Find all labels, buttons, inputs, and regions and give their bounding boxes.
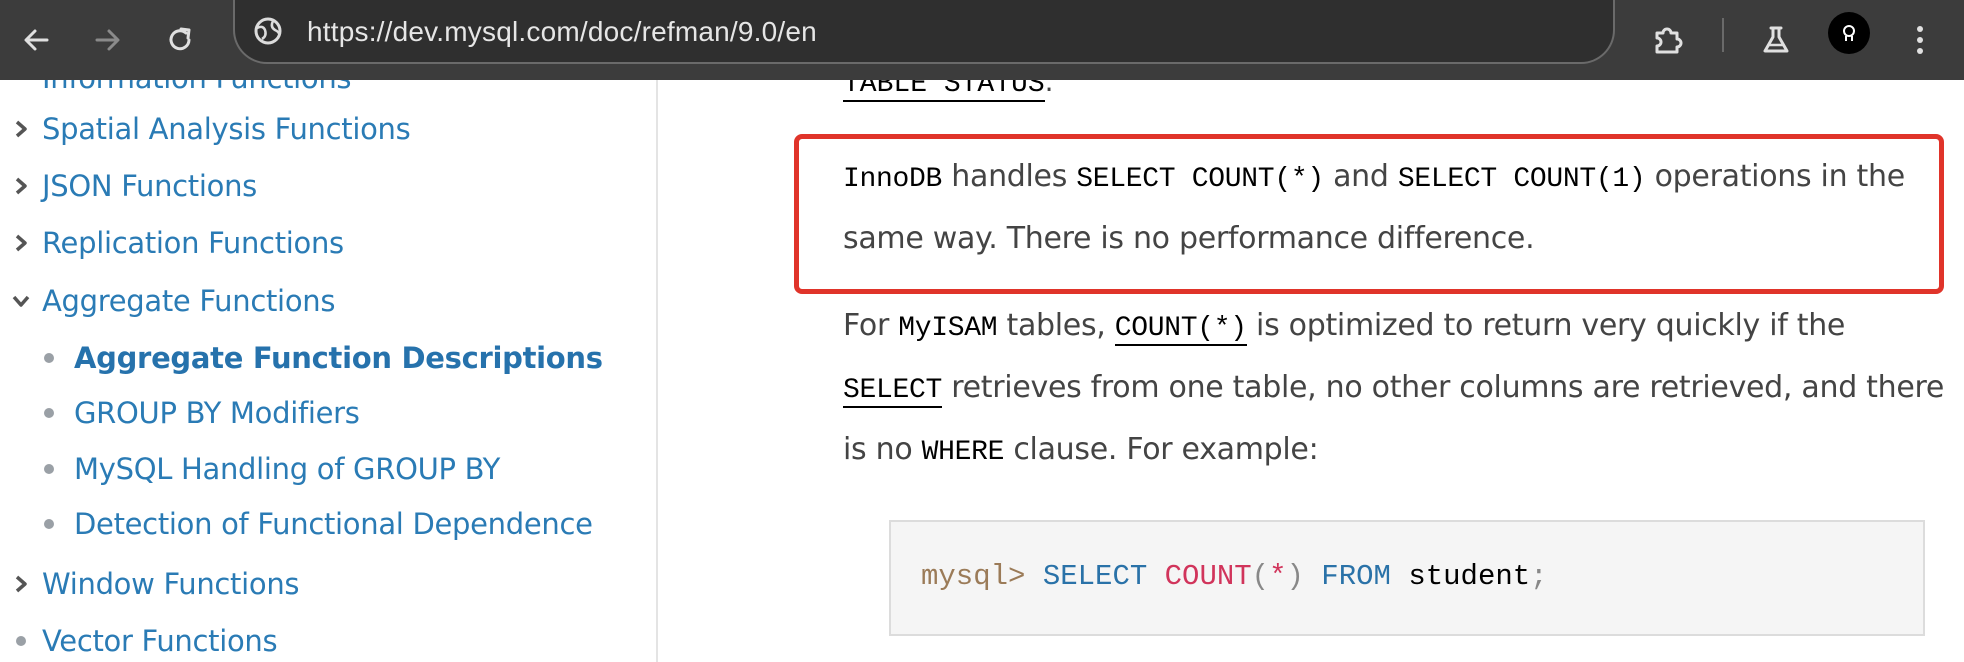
address-bar[interactable]: https://dev.mysql.com/doc/refman/9.0/en xyxy=(233,0,1615,64)
sidebar-subitem-detection-of-functional-dependence[interactable]: Detection of Functional Dependence xyxy=(44,504,593,544)
sidebar-subitem-mysql-handling-of-group-by[interactable]: MySQL Handling of GROUP BY xyxy=(44,449,500,489)
inline-code: InnoDB xyxy=(843,164,943,195)
doc-content: TABLE STATUS. InnoDB handles SELECT COUN… xyxy=(660,80,1964,662)
sidebar-item-label: Aggregate Functions xyxy=(42,284,336,318)
profile-icon xyxy=(1843,25,1855,41)
innodb-count-paragraph: InnoDB handles SELECT COUNT(*) and SELEC… xyxy=(843,147,1953,268)
chevron-right-icon[interactable] xyxy=(0,119,42,139)
puzzle-piece-icon xyxy=(1655,27,1683,54)
paragraph-text: handles xyxy=(942,159,1077,194)
sidebar-item-label: Window Functions xyxy=(42,567,300,601)
inline-code: SELECT COUNT(*) xyxy=(1076,164,1324,195)
inline-code: SELECT COUNT(1) xyxy=(1397,164,1646,195)
code-line: mysql> SELECT COUNT(*) FROM student; xyxy=(921,560,1548,593)
chevron-right-icon[interactable] xyxy=(0,176,42,196)
sidebar-item-json-functions[interactable]: JSON Functions xyxy=(0,166,257,206)
reload-icon xyxy=(169,27,191,51)
url-text[interactable]: https://dev.mysql.com/doc/refman/9.0/en xyxy=(307,16,817,48)
bullet-icon xyxy=(44,519,54,529)
paragraph-text: tables, xyxy=(997,308,1115,343)
inline-code: WHERE xyxy=(921,437,1005,468)
extensions-button[interactable] xyxy=(1640,12,1696,68)
site-info-icon[interactable] xyxy=(251,14,285,48)
sidebar-item-label: Detection of Functional Dependence xyxy=(74,507,593,541)
count-function-link[interactable]: COUNT(*) xyxy=(1114,313,1247,346)
code-punctuation: ( xyxy=(1251,560,1270,593)
sidebar-item-label: Information Functions xyxy=(42,80,352,95)
bullet-icon xyxy=(0,635,42,647)
forward-button[interactable] xyxy=(80,12,136,68)
code-punctuation: ; xyxy=(1530,560,1548,593)
sidebar-item-window-functions[interactable]: Window Functions xyxy=(0,564,300,604)
sidebar-item-aggregate-functions[interactable]: Aggregate Functions xyxy=(0,281,335,321)
back-button[interactable] xyxy=(8,12,64,68)
code-punctuation: ) xyxy=(1286,560,1304,593)
punctuation: . xyxy=(1044,80,1054,98)
flask-icon xyxy=(1763,26,1789,53)
code-keyword: SELECT xyxy=(1042,560,1148,593)
paragraph-text: is optimized to return very quickly if t… xyxy=(1246,308,1846,343)
inline-code: MyISAM xyxy=(898,313,998,344)
code-prompt: mysql> xyxy=(921,560,1026,593)
chevron-down-icon[interactable] xyxy=(0,294,42,308)
paragraph-text: clause. For example: xyxy=(1004,432,1319,467)
sidebar-toc: Information Functions Spatial Analysis F… xyxy=(0,80,658,662)
toolbar-divider xyxy=(1722,18,1724,52)
sidebar-subitem-group-by-modifiers[interactable]: GROUP BY Modifiers xyxy=(44,393,360,433)
sidebar-item-replication-functions[interactable]: Replication Functions xyxy=(0,223,344,263)
sidebar-item-information-functions[interactable]: Information Functions xyxy=(0,80,352,98)
select-statement-link[interactable]: SELECT xyxy=(843,375,942,408)
menu-button[interactable] xyxy=(1892,12,1948,68)
sidebar-item-label: Replication Functions xyxy=(42,226,344,260)
reload-button[interactable] xyxy=(152,12,208,68)
paragraph-text: and xyxy=(1323,159,1398,194)
myisam-count-paragraph: For MyISAM tables, COUNT(*) is optimized… xyxy=(843,296,1953,482)
kebab-menu-icon xyxy=(1917,26,1923,54)
sidebar-item-label: Vector Functions xyxy=(42,624,278,658)
sidebar-item-label: Aggregate Function Descriptions xyxy=(74,341,603,375)
sidebar-item-label: Spatial Analysis Functions xyxy=(42,112,411,146)
sidebar-item-label: GROUP BY Modifiers xyxy=(74,396,360,430)
code-keyword: FROM xyxy=(1321,560,1391,593)
bullet-icon xyxy=(44,408,54,418)
code-example-block: mysql> SELECT COUNT(*) FROM student; xyxy=(889,520,1925,636)
arrow-right-icon xyxy=(95,29,120,51)
code-operator: * xyxy=(1269,560,1287,593)
paragraph-text: For xyxy=(843,308,899,343)
chevron-right-icon[interactable] xyxy=(0,574,42,594)
sidebar-item-spatial-analysis-functions[interactable]: Spatial Analysis Functions xyxy=(0,109,411,149)
bullet-icon xyxy=(44,464,54,474)
sidebar-subitem-aggregate-function-descriptions[interactable]: Aggregate Function Descriptions xyxy=(44,338,603,378)
sidebar-item-vector-functions[interactable]: Vector Functions xyxy=(0,621,278,661)
browser-toolbar: https://dev.mysql.com/doc/refman/9.0/en xyxy=(0,0,1964,80)
arrow-left-icon xyxy=(24,29,49,51)
sidebar-item-label: MySQL Handling of GROUP BY xyxy=(74,452,501,486)
code-identifier: student xyxy=(1408,560,1531,593)
sidebar-item-label: JSON Functions xyxy=(42,169,257,203)
labs-button[interactable] xyxy=(1748,12,1804,68)
prev-paragraph-fragment: TABLE STATUS. xyxy=(843,80,1054,105)
bullet-icon xyxy=(44,353,54,363)
code-function: COUNT xyxy=(1164,560,1252,593)
chevron-right-icon[interactable] xyxy=(0,233,42,253)
show-table-status-link[interactable]: TABLE STATUS xyxy=(843,80,1045,102)
avatar[interactable] xyxy=(1828,12,1870,54)
